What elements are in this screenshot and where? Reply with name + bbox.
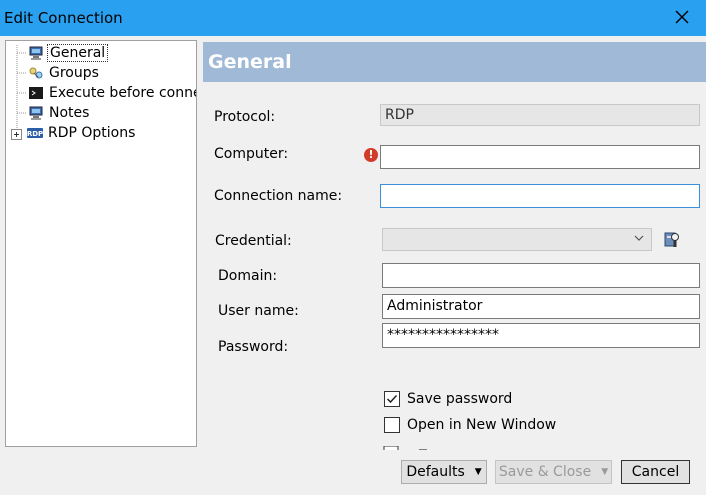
protocol-field: RDP — [380, 104, 700, 126]
tree-item-label: Groups — [49, 65, 99, 81]
tree-item-rdp-options[interactable]: RDP RDP Options — [11, 123, 137, 143]
window-title: Edit Connection — [4, 9, 123, 27]
clipped-checkbox-row — [383, 442, 503, 450]
protocol-label: Protocol: — [214, 109, 276, 125]
checkmark-icon — [386, 394, 398, 404]
username-input[interactable]: Administrator — [382, 294, 700, 319]
dropdown-arrow-icon: ▼ — [601, 467, 609, 477]
save-password-checkbox[interactable]: Save password — [384, 391, 512, 407]
save-password-label: Save password — [407, 391, 513, 407]
domain-input[interactable] — [382, 263, 700, 288]
defaults-button[interactable]: Defaults ▼ — [401, 460, 487, 484]
panel-header: General — [203, 42, 706, 82]
computer-icon — [28, 45, 44, 61]
rdp-icon: RDP — [27, 125, 43, 141]
chevron-down-icon — [634, 235, 644, 241]
save-close-button[interactable]: Save & Close ▼ — [495, 460, 612, 484]
tree-item-label: Notes — [49, 105, 90, 121]
cancel-button-label: Cancel — [631, 464, 680, 480]
notes-icon — [28, 105, 44, 121]
tree-item-general[interactable]: General — [28, 43, 109, 63]
title-bar: Edit Connection — [0, 0, 706, 36]
tree-item-execute-before-connect[interactable]: Execute before connect — [28, 83, 196, 103]
close-icon[interactable] — [672, 7, 692, 27]
tree-item-notes[interactable]: Notes — [28, 103, 91, 123]
terminal-icon — [28, 85, 44, 101]
credential-label: Credential: — [215, 233, 292, 249]
domain-label: Domain: — [218, 268, 278, 284]
tree-item-groups[interactable]: Groups — [28, 63, 101, 83]
credential-dropdown[interactable] — [382, 228, 652, 251]
open-new-window-label: Open in New Window — [407, 417, 557, 433]
checkbox-box[interactable] — [384, 417, 400, 433]
checkbox-box[interactable] — [384, 391, 400, 407]
cancel-button[interactable]: Cancel — [621, 460, 690, 484]
computer-label: Computer: — [214, 146, 289, 162]
connection-name-label: Connection name: — [214, 188, 343, 204]
password-input[interactable]: **************** — [382, 323, 700, 348]
groups-icon — [28, 65, 44, 81]
credential-manager-icon[interactable] — [662, 229, 682, 249]
svg-text:RDP: RDP — [27, 130, 43, 138]
navigation-tree: General Groups Execute before connect No… — [5, 40, 197, 447]
computer-input[interactable] — [380, 145, 700, 169]
save-close-button-label: Save & Close — [498, 464, 592, 480]
tree-item-label: Execute before connect — [49, 85, 196, 101]
password-label: Password: — [218, 339, 289, 355]
error-icon: ! — [364, 148, 378, 162]
tree-item-label: General — [47, 44, 109, 62]
panel-title: General — [208, 51, 292, 73]
connection-name-input[interactable] — [380, 184, 700, 208]
tree-item-label: RDP Options — [48, 125, 136, 141]
dropdown-arrow-icon: ▼ — [474, 467, 482, 477]
defaults-button-label: Defaults — [406, 464, 465, 480]
expand-icon[interactable] — [11, 128, 22, 140]
open-new-window-checkbox[interactable]: Open in New Window — [384, 417, 556, 433]
username-label: User name: — [218, 303, 299, 319]
